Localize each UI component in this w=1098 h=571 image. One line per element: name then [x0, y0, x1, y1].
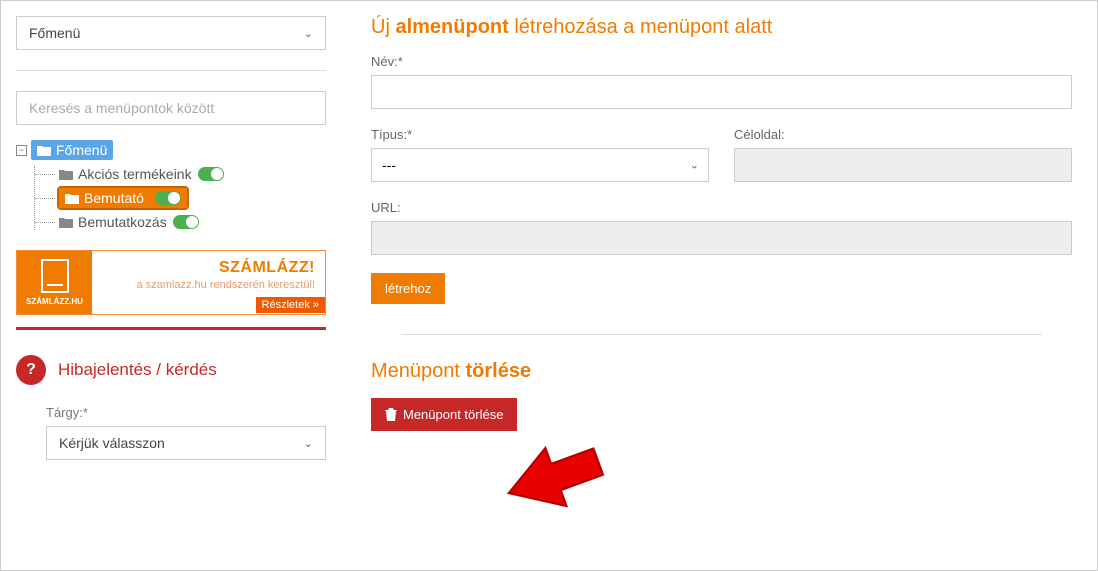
target-input: [734, 148, 1072, 182]
tree-connector: [35, 198, 55, 199]
document-icon: [41, 259, 69, 293]
target-label: Céloldal:: [734, 127, 1072, 142]
delete-menu-button[interactable]: Menüpont törlése: [371, 398, 517, 431]
banner-content: SZÁMLÁZZ! a szamlazz.hu rendszerén keres…: [92, 251, 325, 314]
name-label: Név:*: [371, 54, 1072, 69]
tree-item-label[interactable]: Akciós termékeink: [78, 166, 192, 182]
heading-strong: törlése: [466, 360, 532, 382]
banner-logo-text: SZÁMLÁZZ.HU: [26, 297, 83, 306]
tree-root-label: Főmenü: [56, 142, 107, 158]
tree-item-label: Bemutató: [84, 190, 144, 206]
tree-collapse-icon[interactable]: −: [16, 145, 27, 156]
trash-icon: [385, 408, 397, 421]
heading-text: Új: [371, 16, 395, 38]
create-button[interactable]: létrehoz: [371, 273, 445, 304]
menu-tree: − Főmenü Akciós termékeink Bem: [16, 140, 326, 230]
search-input-wrap[interactable]: [16, 91, 326, 125]
tree-root-node[interactable]: Főmenü: [31, 140, 113, 160]
section-divider: [401, 334, 1042, 335]
folder-open-icon: [65, 193, 79, 204]
help-section: ? Hibajelentés / kérdés Tárgy:* Kérjük v…: [16, 355, 326, 460]
divider: [16, 70, 326, 71]
red-divider: [16, 327, 326, 330]
banner-title: SZÁMLÁZZ!: [92, 259, 325, 277]
tree-connector: [35, 222, 55, 223]
menu-selector[interactable]: Főmenü ⌄: [16, 16, 326, 50]
tree-item-selected[interactable]: Bemutató: [59, 188, 187, 208]
delete-heading: Menüpont törlése: [371, 360, 1072, 383]
subject-value: Kérjük válasszon: [59, 435, 165, 451]
url-label: URL:: [371, 200, 1072, 215]
subject-select[interactable]: Kérjük válasszon ⌄: [46, 426, 326, 460]
toggle-switch[interactable]: [155, 191, 181, 205]
folder-icon: [59, 217, 73, 228]
menu-selector-value: Főmenü: [29, 25, 80, 41]
delete-button-label: Menüpont törlése: [403, 407, 503, 422]
chevron-down-icon: ⌄: [304, 437, 313, 450]
folder-icon: [59, 169, 73, 180]
url-input: [371, 221, 1072, 255]
subject-label: Tárgy:*: [46, 405, 326, 420]
help-title: Hibajelentés / kérdés: [58, 360, 217, 380]
tree-item-label[interactable]: Bemutatkozás: [78, 214, 167, 230]
toggle-switch[interactable]: [198, 167, 224, 181]
heading-strong: almenüpont: [395, 16, 508, 38]
folder-open-icon: [37, 145, 51, 156]
create-submenu-heading: Új almenüpont létrehozása a menüpont ala…: [371, 16, 1072, 39]
banner-subtitle: a szamlazz.hu rendszerén keresztül!: [92, 279, 325, 291]
type-select[interactable]: ---: [371, 148, 709, 182]
promo-banner[interactable]: SZÁMLÁZZ.HU SZÁMLÁZZ! a szamlazz.hu rend…: [16, 250, 326, 315]
heading-text: létrehozása a menüpont alatt: [509, 16, 773, 38]
banner-logo-box: SZÁMLÁZZ.HU: [17, 251, 92, 314]
search-input[interactable]: [29, 100, 313, 116]
heading-text: Menüpont: [371, 360, 466, 382]
toggle-switch[interactable]: [173, 215, 199, 229]
tree-connector: [35, 174, 55, 175]
type-label: Típus:*: [371, 127, 709, 142]
banner-details-link[interactable]: Részletek »: [256, 297, 325, 313]
name-input[interactable]: [371, 75, 1072, 109]
chevron-down-icon: ⌄: [304, 27, 313, 40]
question-mark-icon: ?: [16, 355, 46, 385]
